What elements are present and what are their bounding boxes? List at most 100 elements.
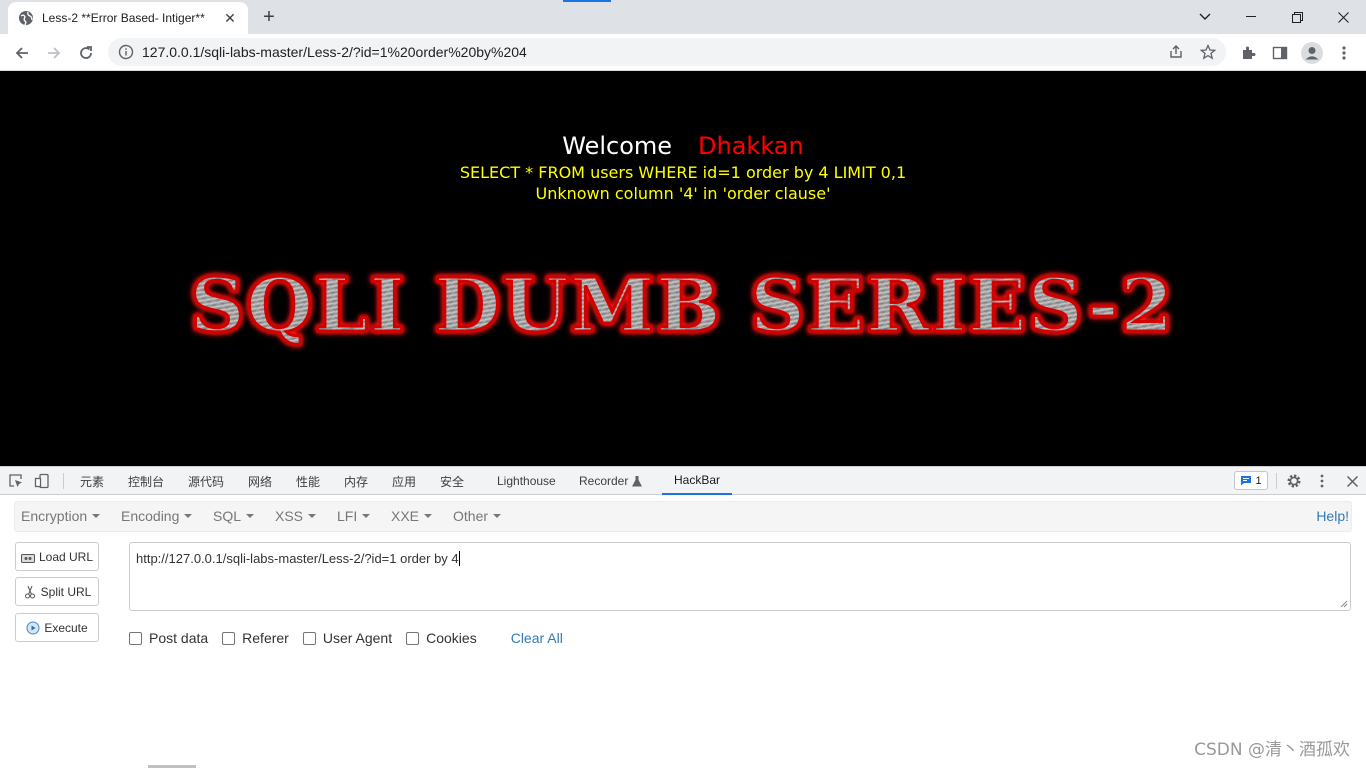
hackbar-url-value: http://127.0.0.1/sqli-labs-master/Less-2… xyxy=(136,551,459,566)
tab-search-chevron-icon[interactable] xyxy=(1182,0,1228,34)
caret-down-icon xyxy=(424,514,433,518)
checkbox-box[interactable] xyxy=(129,631,142,645)
device-toolbar-icon[interactable] xyxy=(32,471,52,491)
caret-down-icon xyxy=(493,514,502,518)
checkbox-box[interactable] xyxy=(302,631,316,645)
menu-sql-label: SQL xyxy=(213,508,242,524)
close-devtools-icon[interactable] xyxy=(1342,471,1362,491)
devtools-separator xyxy=(63,473,64,489)
issues-badge[interactable]: 1 xyxy=(1234,471,1268,490)
menu-lfi-label: LFI xyxy=(337,508,358,524)
scissors-icon xyxy=(23,585,37,599)
inspect-element-icon[interactable] xyxy=(6,471,26,491)
back-arrow-icon[interactable] xyxy=(8,39,36,67)
issue-message-icon xyxy=(1240,475,1252,486)
tab-elements[interactable]: 元素 xyxy=(80,467,104,495)
cookies-checkbox[interactable]: Cookies xyxy=(406,630,477,646)
resize-handle-icon[interactable] xyxy=(1340,600,1348,608)
tab-recorder-label: Recorder xyxy=(579,474,629,488)
hackbar-url-textarea[interactable]: http://127.0.0.1/sqli-labs-master/Less-2… xyxy=(129,542,1351,611)
profile-avatar-icon[interactable] xyxy=(1298,39,1326,67)
side-panel-icon[interactable] xyxy=(1266,39,1294,67)
referer-label: Referer xyxy=(242,630,289,646)
forward-arrow-icon[interactable] xyxy=(40,39,68,67)
globe-icon xyxy=(18,10,34,26)
menu-other-label: Other xyxy=(453,508,489,524)
play-icon xyxy=(26,621,40,635)
flask-icon xyxy=(632,475,643,487)
sql-error-text: Unknown column '4' in 'order clause' xyxy=(535,184,831,203)
menu-kebab-icon[interactable] xyxy=(1330,39,1358,67)
tab-application[interactable]: 应用 xyxy=(392,467,416,495)
caret-down-icon xyxy=(184,514,193,518)
menu-lfi[interactable]: LFI xyxy=(337,508,371,524)
restore-button[interactable] xyxy=(1274,0,1320,34)
menu-encryption-label: Encryption xyxy=(21,508,88,524)
browser-toolbar: 127.0.0.1/sqli-labs-master/Less-2/?id=1%… xyxy=(0,34,1366,71)
menu-other[interactable]: Other xyxy=(453,508,502,524)
menu-encryption[interactable]: Encryption xyxy=(21,508,101,524)
tab-network[interactable]: 网络 xyxy=(248,467,272,495)
tab-security[interactable]: 安全 xyxy=(440,467,464,495)
csdn-watermark: CSDN @清丶酒孤欢 xyxy=(1194,740,1350,760)
user-agent-label: User Agent xyxy=(322,630,393,646)
close-tab-icon[interactable]: ✕ xyxy=(222,10,238,26)
banner-text: SQLI DUMB SERIES-2 xyxy=(190,263,1175,349)
hackbar-options: Post data Referer User Agent Cookies Cle… xyxy=(129,629,563,647)
clear-all-link[interactable]: Clear All xyxy=(511,630,563,646)
tab-search-indicator xyxy=(563,0,611,2)
bookmark-star-icon[interactable] xyxy=(1194,38,1222,66)
tab-title: Less-2 **Error Based- Intiger** xyxy=(42,11,205,25)
tab-sources[interactable]: 源代码 xyxy=(188,467,224,495)
new-tab-button[interactable]: + xyxy=(258,7,280,29)
reload-icon[interactable] xyxy=(72,39,100,67)
welcome-name: Dhakkan xyxy=(698,132,804,160)
tab-recorder[interactable]: Recorder xyxy=(579,467,643,495)
minimize-button[interactable] xyxy=(1228,0,1274,34)
devtools-tabbar: 元素 控制台 源代码 网络 性能 内存 应用 安全 Lighthouse Rec… xyxy=(0,467,1366,495)
devtools-menu-icon[interactable] xyxy=(1312,471,1332,491)
extensions-icon[interactable] xyxy=(1234,39,1262,67)
tab-console[interactable]: 控制台 xyxy=(128,467,164,495)
caret-down-icon xyxy=(246,514,255,518)
browser-tab[interactable]: Less-2 **Error Based- Intiger** ✕ xyxy=(8,2,248,34)
site-info-icon[interactable] xyxy=(118,44,134,60)
share-icon[interactable] xyxy=(1162,38,1190,66)
help-link[interactable]: Help! xyxy=(1316,508,1349,524)
checkbox-box[interactable] xyxy=(406,631,420,645)
close-window-button[interactable] xyxy=(1320,0,1366,34)
hackbar-menu: Encryption Encoding SQL XSS LFI XXE Othe… xyxy=(14,501,1352,532)
address-bar[interactable]: 127.0.0.1/sqli-labs-master/Less-2/?id=1%… xyxy=(108,38,1226,66)
menu-xss-label: XSS xyxy=(275,508,304,524)
load-url-icon xyxy=(20,550,35,564)
load-url-button[interactable]: Load URL xyxy=(15,542,99,571)
web-page: Welcome Dhakkan SELECT * FROM users WHERE… xyxy=(0,71,1366,466)
tab-memory[interactable]: 内存 xyxy=(344,467,368,495)
execute-button[interactable]: Execute xyxy=(15,613,99,642)
caret-down-icon xyxy=(308,514,317,518)
user-agent-checkbox[interactable]: User Agent xyxy=(302,630,393,646)
menu-xss[interactable]: XSS xyxy=(275,508,317,524)
caret-down-icon xyxy=(92,514,101,518)
tab-strip: Less-2 **Error Based- Intiger** ✕ + xyxy=(0,0,1366,34)
post-data-checkbox[interactable]: Post data xyxy=(129,630,208,646)
split-url-button[interactable]: Split URL xyxy=(15,577,99,606)
devtools-separator xyxy=(1276,473,1277,489)
referer-checkbox[interactable]: Referer xyxy=(222,630,289,646)
sqli-banner-image: SQLI DUMB SERIES-2 xyxy=(180,261,1185,351)
menu-xxe[interactable]: XXE xyxy=(391,508,433,524)
execute-label: Execute xyxy=(44,620,88,635)
menu-encoding[interactable]: Encoding xyxy=(121,508,193,524)
welcome-text: Welcome xyxy=(562,132,673,160)
menu-encoding-label: Encoding xyxy=(121,508,180,524)
checkbox-box[interactable] xyxy=(222,631,236,645)
split-url-label: Split URL xyxy=(40,584,92,599)
tab-performance[interactable]: 性能 xyxy=(296,467,320,495)
settings-gear-icon[interactable] xyxy=(1284,471,1304,491)
devtools-panel: 元素 控制台 源代码 网络 性能 内存 应用 安全 Lighthouse Rec… xyxy=(0,466,1366,768)
tab-lighthouse[interactable]: Lighthouse xyxy=(497,467,556,495)
post-data-label: Post data xyxy=(149,630,209,646)
menu-sql[interactable]: SQL xyxy=(213,508,255,524)
cookies-label: Cookies xyxy=(426,630,477,646)
tab-hackbar[interactable]: HackBar xyxy=(662,467,733,495)
